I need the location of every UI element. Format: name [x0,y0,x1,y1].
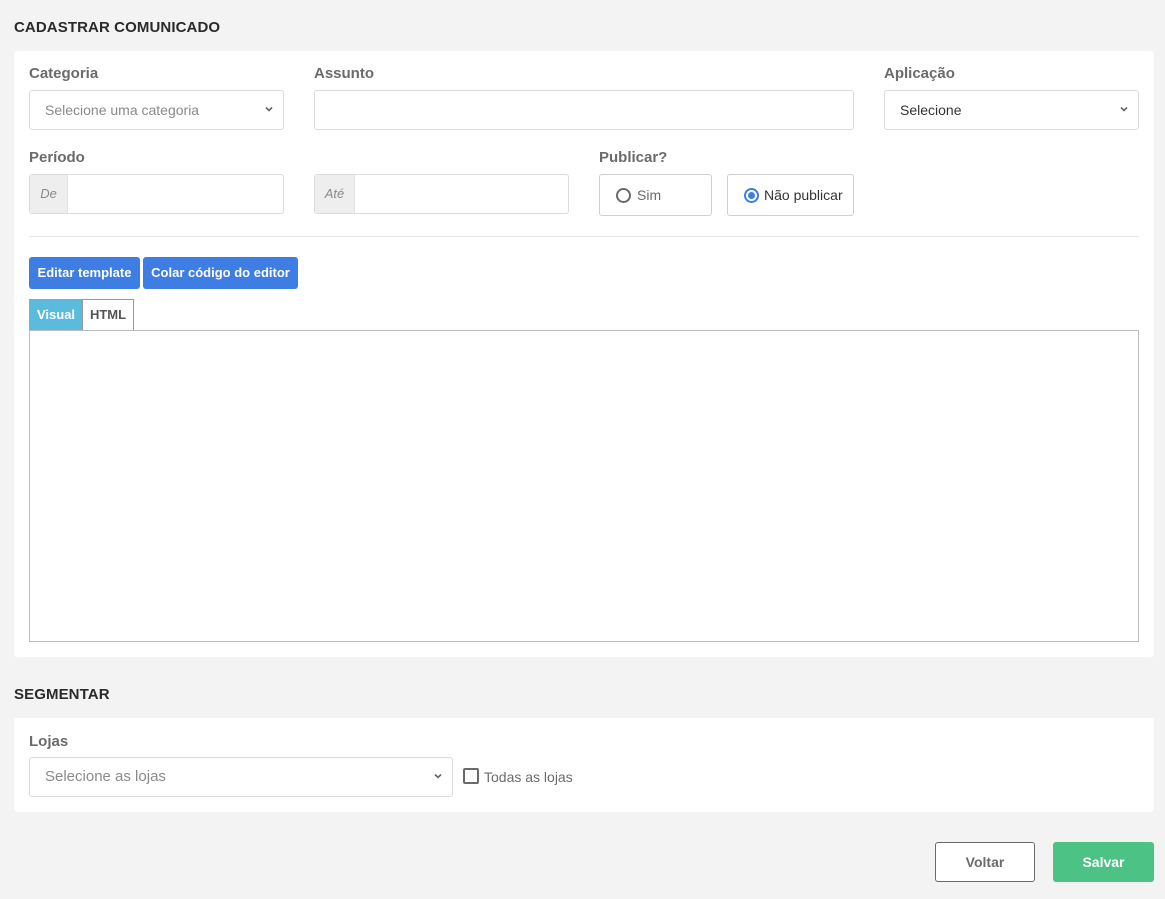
page-title: CADASTRAR COMUNICADO [14,19,221,36]
template-editor-area[interactable] [29,330,1139,642]
period-to-input[interactable]: Até [314,174,569,214]
application-label: Aplicação [884,65,955,82]
radio-unchecked-icon [616,188,631,203]
stores-select[interactable]: Selecione as lojas [29,757,453,797]
tab-visual[interactable]: Visual [29,299,83,330]
period-from-addon: De [30,175,68,213]
publish-option-sim-label: Sim [637,187,662,203]
divider [29,236,1139,237]
segment-title: SEGMENTAR [14,686,110,703]
chevron-down-icon [434,773,442,779]
publish-option-nao[interactable]: Não publicar [727,174,854,216]
category-select[interactable]: Selecione uma categoria [29,90,284,130]
stores-select-text: Selecione as lojas [45,768,166,785]
radio-checked-icon [744,188,759,203]
category-select-text: Selecione uma categoria [45,102,200,118]
publish-label: Publicar? [599,149,668,166]
period-to-addon: Até [315,175,355,213]
period-label: Período [29,149,85,166]
publish-option-nao-label: Não publicar [764,187,843,203]
edit-template-button[interactable]: Editar template [29,257,140,289]
segment-card: Lojas Selecione as lojas Todas as lojas [14,718,1154,812]
chevron-down-icon [1120,106,1128,112]
chevron-down-icon [265,106,273,112]
back-button[interactable]: Voltar [935,842,1035,882]
all-stores-checkbox[interactable] [463,768,479,784]
application-select-text: Selecione [900,102,962,118]
save-button[interactable]: Salvar [1053,842,1154,882]
category-label: Categoria [29,65,99,82]
publish-option-sim[interactable]: Sim [599,174,712,216]
stores-label: Lojas [29,733,69,750]
period-from-input[interactable]: De [29,174,284,214]
tab-html[interactable]: HTML [82,299,134,330]
communication-form-card: Categoria Selecione uma categoria Assunt… [14,51,1154,657]
all-stores-label: Todas as lojas [484,769,573,785]
subject-label: Assunto [314,65,374,82]
application-select[interactable]: Selecione [884,90,1139,130]
subject-input[interactable] [314,90,854,130]
paste-code-button[interactable]: Colar código do editor [143,257,298,289]
